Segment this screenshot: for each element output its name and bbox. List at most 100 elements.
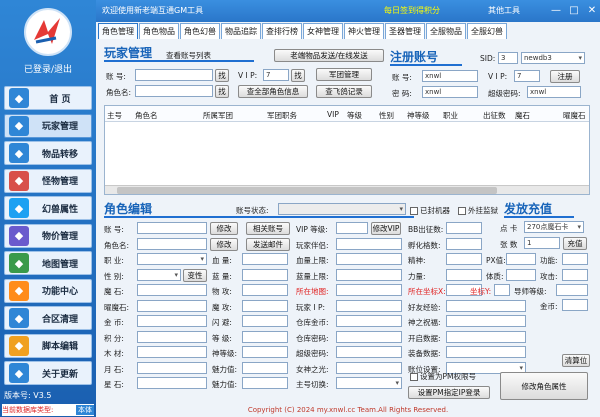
tab-1[interactable]: 角色物品: [139, 23, 179, 39]
pm-checkbox[interactable]: 设置为PM权限号: [410, 371, 476, 382]
extra-field-input[interactable]: [562, 269, 588, 281]
account-status-select[interactable]: [278, 203, 406, 215]
role-field3-input[interactable]: [336, 330, 402, 343]
related-accounts-button[interactable]: 相关账号: [246, 222, 290, 235]
reg-vip-input[interactable]: 7: [514, 70, 540, 82]
close-button[interactable]: ✕: [584, 3, 600, 18]
tab-4[interactable]: 查排行榜: [262, 23, 302, 39]
sidebar-item-8[interactable]: ◆ 合区清理: [4, 306, 92, 330]
extra-field-input[interactable]: [494, 284, 510, 296]
role-field2-input[interactable]: [242, 268, 288, 281]
role-field4-input[interactable]: [446, 222, 482, 234]
role-field3-input[interactable]: [336, 315, 402, 327]
role-field4-input[interactable]: [446, 253, 482, 265]
role-field-input[interactable]: [137, 284, 207, 296]
tab-0[interactable]: 角色管理: [98, 23, 138, 39]
army-mgmt-button[interactable]: 军团管理: [316, 68, 372, 81]
sidebar-item-4[interactable]: ◆ 幻兽属性: [4, 196, 92, 220]
pm-ip-button[interactable]: 设置PM指定IP登录: [408, 386, 490, 399]
role-field-input[interactable]: [137, 253, 207, 265]
role-field-input[interactable]: [137, 268, 181, 281]
banned-checkbox[interactable]: 已封机器: [410, 205, 450, 216]
other-tools-link[interactable]: 其他工具: [488, 5, 520, 16]
role-field2-input[interactable]: [242, 284, 288, 296]
sidebar-item-3[interactable]: ◆ 怪物管理: [4, 168, 92, 193]
role-field3-input[interactable]: [336, 253, 402, 265]
modify-vip-button[interactable]: 修改VIP: [371, 222, 401, 235]
role-field-input[interactable]: [137, 299, 207, 312]
db-select[interactable]: newdb3: [521, 52, 585, 64]
grid-scroll-thumb[interactable]: [117, 187, 497, 194]
extra-field-input[interactable]: [562, 253, 588, 265]
role-field4-input[interactable]: [446, 268, 482, 281]
role-edit-button[interactable]: 修改: [210, 237, 238, 251]
card-select[interactable]: 270点魔石卡: [524, 221, 584, 233]
role-field3-input[interactable]: [336, 284, 402, 296]
tab-5[interactable]: 女神管理: [303, 23, 343, 39]
send-items-button[interactable]: 老端物品发送/在线发送: [274, 49, 384, 62]
sidebar-item-1[interactable]: ◆ 玩家管理: [4, 113, 92, 138]
vip-level-input[interactable]: [336, 222, 368, 234]
modify-role-button[interactable]: 修改角色属性: [500, 372, 588, 400]
register-button[interactable]: 注册: [550, 70, 580, 83]
sidebar-item-0[interactable]: ◆ 首 页: [4, 86, 92, 110]
role-field2-input[interactable]: [242, 361, 288, 374]
maximize-button[interactable]: □: [566, 3, 582, 18]
tab-7[interactable]: 圣器管理: [385, 23, 425, 39]
role-field3-input[interactable]: [336, 346, 402, 358]
minimize-button[interactable]: —: [548, 3, 564, 18]
extra-field-input[interactable]: [506, 269, 536, 281]
role-field4-input[interactable]: [446, 237, 482, 250]
sidebar-item-10[interactable]: ◆ 关于更新: [4, 361, 92, 385]
external-ban-box[interactable]: [458, 206, 466, 215]
gender-button[interactable]: 变性: [183, 268, 207, 282]
tab-2[interactable]: 角色幻兽: [180, 23, 220, 39]
role-field2-input[interactable]: [242, 253, 288, 265]
role-field-input[interactable]: [137, 330, 207, 343]
all-roles-button[interactable]: 查全部角色信息: [238, 85, 308, 98]
role-field2-input[interactable]: [242, 346, 288, 358]
sidebar-item-9[interactable]: ◆ 脚本编辑: [4, 333, 92, 358]
role-name-input[interactable]: [135, 85, 213, 97]
role-field-input[interactable]: [137, 377, 207, 389]
reg-account-input[interactable]: xnwl: [422, 70, 478, 82]
companion-input[interactable]: [336, 238, 402, 250]
role-field-input[interactable]: [137, 315, 207, 327]
role-field4-input[interactable]: [446, 315, 526, 327]
tab-6[interactable]: 神火管理: [344, 23, 384, 39]
recharge-log-button[interactable]: 查飞鸽记录: [316, 85, 372, 98]
gold-input[interactable]: [562, 299, 588, 311]
sidebar-item-2[interactable]: ◆ 物品转移: [4, 141, 92, 165]
tab-9[interactable]: 全服幻兽: [467, 23, 507, 39]
sidebar-item-5[interactable]: ◆ 物价管理: [4, 223, 92, 248]
player-grid[interactable]: 主号 角色名 所属军团 军团职务 VIP 等级 性别 神等级 职业 出征数 魔石 曜魔石: [104, 105, 590, 195]
role-field3-input[interactable]: [336, 361, 402, 374]
role-field2-input[interactable]: [242, 377, 288, 389]
role-field-input[interactable]: [137, 222, 207, 234]
vip-input[interactable]: 7: [263, 69, 289, 81]
role-field4-input[interactable]: [446, 330, 526, 343]
tab-3[interactable]: 物品追踪: [221, 23, 261, 39]
grid-horizontal-scrollbar[interactable]: [105, 185, 589, 194]
extra-field-input[interactable]: [506, 253, 536, 265]
role-field-input[interactable]: [137, 361, 207, 374]
find-role-button[interactable]: 找: [215, 85, 229, 98]
role-field2-input[interactable]: [242, 315, 288, 327]
tab-8[interactable]: 全服物品: [426, 23, 466, 39]
clear-pos-button[interactable]: 清算位: [562, 354, 590, 367]
find-vip-button[interactable]: 找: [291, 69, 305, 82]
external-ban-checkbox[interactable]: 外挂监狱: [458, 205, 498, 216]
recharge-button[interactable]: 充值: [563, 237, 587, 250]
find-account-button[interactable]: 找: [215, 69, 229, 82]
banned-check-box[interactable]: [410, 206, 418, 215]
role-field3-input[interactable]: [336, 299, 402, 312]
role-field-input[interactable]: [137, 237, 207, 250]
reg-password-input[interactable]: xnwl: [422, 86, 478, 98]
role-field4-input[interactable]: [446, 346, 526, 358]
pm-check-box[interactable]: [410, 372, 418, 381]
role-field2-input[interactable]: [242, 299, 288, 312]
role-field-input[interactable]: [137, 346, 207, 358]
view-account-list-link[interactable]: 查看账号列表: [166, 50, 211, 61]
sid-input[interactable]: 3: [498, 52, 518, 64]
account-input[interactable]: [135, 69, 213, 81]
